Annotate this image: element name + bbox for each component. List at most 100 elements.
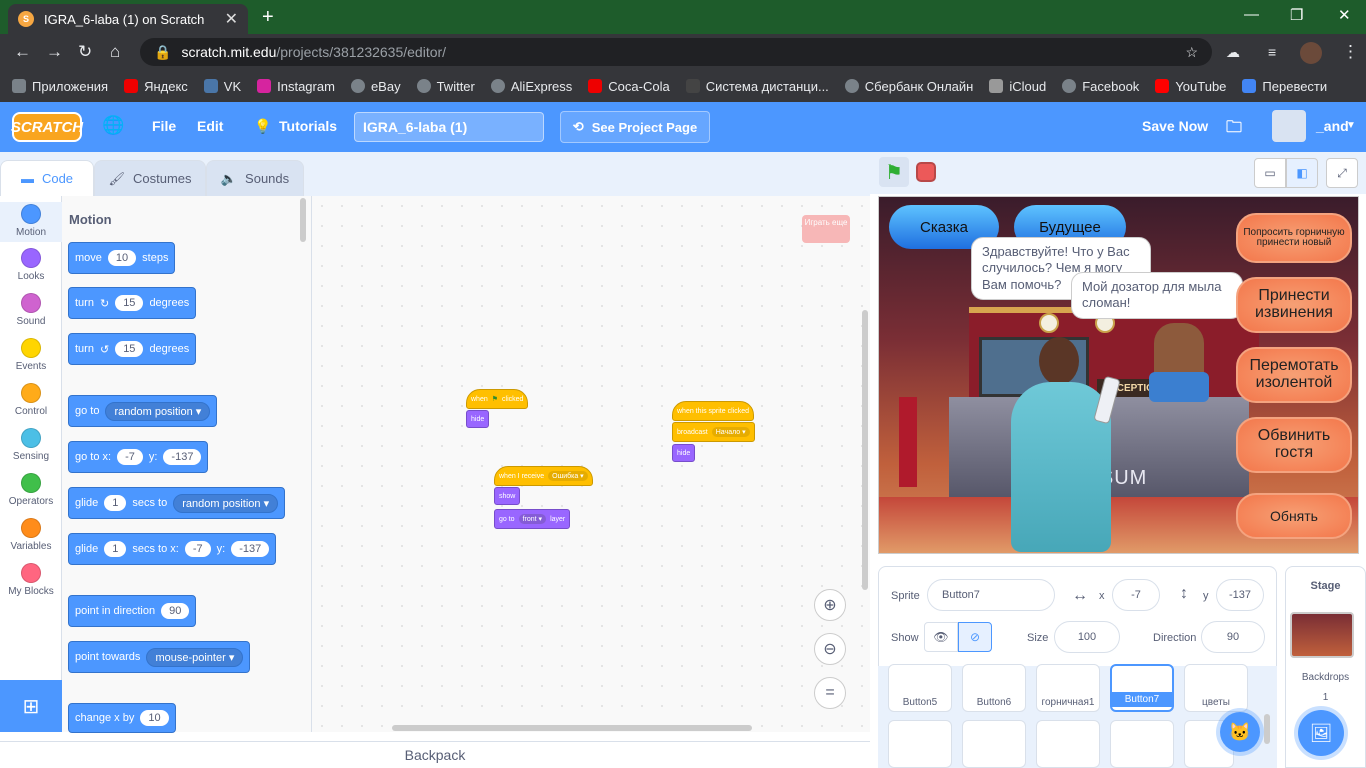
when-flag-clicked-hat[interactable]: when ⚑ clicked: [466, 389, 529, 409]
backdrop-thumbnail[interactable]: [1290, 612, 1354, 658]
show-visible-eye-icon[interactable]: 👁: [924, 622, 958, 652]
bookmark-item[interactable]: AliExpress: [490, 79, 572, 94]
bookmark-item[interactable]: YouTube: [1155, 79, 1226, 94]
category-sensing[interactable]: Sensing: [0, 428, 62, 462]
hide-block[interactable]: hide: [672, 444, 696, 462]
sprite-tile[interactable]: [1110, 720, 1174, 768]
tape-button[interactable]: Перемотать изолентой: [1236, 347, 1352, 403]
sprite-tile[interactable]: [888, 720, 952, 768]
language-globe-icon[interactable]: 🌐: [102, 115, 124, 136]
zoom-in-icon[interactable]: ⊕: [814, 589, 846, 621]
script-workspace[interactable]: [312, 196, 870, 732]
bookmark-item[interactable]: Coca-Cola: [588, 79, 670, 94]
small-stage-icon[interactable]: ▭: [1254, 158, 1286, 188]
zoom-reset-icon[interactable]: =: [814, 677, 846, 709]
edit-menu[interactable]: Edit: [197, 118, 223, 134]
forward-icon[interactable]: →: [46, 42, 63, 62]
stage-canvas[interactable]: RECEPTION IPSUM Сказка Будущее Здравству…: [878, 196, 1359, 554]
project-title-input[interactable]: IGRA_6-laba (1): [354, 112, 544, 142]
apologize-button[interactable]: Принести извинения: [1236, 277, 1352, 333]
when-sprite-clicked-hat[interactable]: when this sprite clicked: [672, 401, 754, 421]
bookmark-item[interactable]: Instagram: [257, 79, 335, 94]
save-now-button[interactable]: Save Now: [1142, 118, 1208, 134]
broadcast-block[interactable]: broadcast Начало ▾: [672, 422, 755, 442]
ask-maid-button[interactable]: Попросить горничную принести новый: [1236, 213, 1352, 263]
my-stuff-folder-icon[interactable]: 🗀: [1226, 116, 1242, 143]
bookmark-item[interactable]: Яндекс: [124, 79, 188, 94]
palette-scrollbar[interactable]: [300, 198, 306, 242]
y-input[interactable]: -137: [1216, 579, 1264, 611]
category-looks[interactable]: Looks: [0, 248, 62, 282]
sprite-tile[interactable]: [1036, 720, 1100, 768]
turn-left-block[interactable]: turn ↺ 15 degrees: [68, 333, 197, 365]
category-operators[interactable]: Operators: [0, 473, 62, 507]
move-steps-block[interactable]: move 10 steps: [68, 242, 176, 274]
category-events[interactable]: Events: [0, 338, 62, 372]
bookmark-item[interactable]: Сбербанк Онлайн: [844, 79, 973, 94]
new-tab-icon[interactable]: +: [262, 6, 274, 29]
go-to-xy-block[interactable]: go to x: -7 y: -137: [68, 441, 209, 473]
username[interactable]: _and: [1316, 118, 1349, 134]
tutorials-menu[interactable]: Tutorials: [279, 118, 337, 134]
tab-code[interactable]: ▬ Code: [0, 160, 94, 196]
hug-button[interactable]: Обнять: [1236, 493, 1352, 539]
browser-tab[interactable]: S IGRA_6-laba (1) on Scratch ✕: [8, 4, 248, 34]
glide-to-xy-block[interactable]: glide 1 secs to x: -7 y: -137: [68, 533, 277, 565]
bookmark-item[interactable]: eBay: [350, 79, 401, 94]
green-flag-icon[interactable]: ⚑: [879, 157, 909, 187]
hide-block[interactable]: hide: [466, 410, 490, 428]
direction-input[interactable]: 90: [1201, 621, 1265, 653]
tab-sounds[interactable]: 🔈 Sounds: [206, 160, 304, 196]
guest-character-head[interactable]: [1039, 337, 1079, 385]
bookmark-item[interactable]: Twitter: [416, 79, 475, 94]
fullscreen-icon[interactable]: ⤢: [1326, 158, 1358, 188]
add-extension-button[interactable]: ⊞: [0, 680, 62, 732]
backpack[interactable]: Backpack: [0, 741, 870, 768]
maximize-icon[interactable]: ❐: [1290, 6, 1303, 24]
sprite-tile[interactable]: Button5: [888, 664, 952, 712]
stop-icon[interactable]: [916, 162, 936, 182]
bookmark-item[interactable]: iCloud: [989, 79, 1046, 94]
sprite-tile[interactable]: [962, 720, 1026, 768]
sprite-tile[interactable]: Button6: [962, 664, 1026, 712]
sprite-tile-selected[interactable]: Button7: [1110, 664, 1174, 712]
category-my-blocks[interactable]: My Blocks: [0, 563, 62, 597]
see-project-page-button[interactable]: ⟲ See Project Page: [560, 111, 710, 143]
go-to-block[interactable]: go to random position ▾: [68, 395, 218, 427]
show-block[interactable]: show: [494, 487, 521, 505]
blame-guest-button[interactable]: Обвинить гостя: [1236, 417, 1352, 473]
bookmark-item[interactable]: Приложения: [12, 79, 108, 94]
url-field[interactable]: 🔒 scratch.mit.edu/projects/381232635/edi…: [140, 38, 1212, 66]
user-avatar[interactable]: [1272, 110, 1306, 142]
category-variables[interactable]: Variables: [0, 518, 62, 552]
go-to-layer-block[interactable]: go to front ▾ layer: [494, 509, 571, 529]
chevron-down-icon[interactable]: ▼: [1346, 120, 1356, 131]
sprite-tile[interactable]: горничная1: [1036, 664, 1100, 712]
when-i-receive-hat[interactable]: when I receive Ошибка ▾: [494, 466, 593, 486]
turn-right-block[interactable]: turn ↻ 15 degrees: [68, 287, 197, 319]
category-control[interactable]: Control: [0, 383, 62, 417]
tab-costumes[interactable]: 🖌 Costumes: [94, 160, 206, 196]
workspace-horizontal-scrollbar[interactable]: [392, 725, 752, 731]
minimize-icon[interactable]: —: [1244, 6, 1259, 23]
bookmark-star-icon[interactable]: ☆: [1185, 44, 1198, 61]
workspace-vertical-scrollbar[interactable]: [862, 310, 868, 590]
choose-backdrop-icon[interactable]: 🖼: [1298, 710, 1344, 756]
bookmark-item[interactable]: Перевести: [1242, 79, 1327, 94]
sprite-name-input[interactable]: Button7: [927, 579, 1055, 611]
glide-to-block[interactable]: glide 1 secs to random position ▾: [68, 487, 286, 519]
file-menu[interactable]: File: [152, 118, 176, 134]
zoom-out-icon[interactable]: ⊖: [814, 633, 846, 665]
bookmark-item[interactable]: Система дистанци...: [685, 79, 829, 94]
change-x-block[interactable]: change x by 10: [68, 703, 176, 733]
scratch-logo[interactable]: SCRATCH: [11, 112, 83, 142]
reload-icon[interactable]: ↻: [78, 42, 92, 62]
back-icon[interactable]: ←: [14, 42, 31, 62]
point-towards-block[interactable]: point towards mouse-pointer ▾: [68, 641, 251, 673]
home-icon[interactable]: ⌂: [110, 42, 120, 62]
category-sound[interactable]: Sound: [0, 293, 62, 327]
x-input[interactable]: -7: [1112, 579, 1160, 611]
chrome-menu-icon[interactable]: ⋮: [1342, 42, 1359, 62]
choose-sprite-cat-icon[interactable]: 🐱: [1220, 712, 1260, 752]
sprite-tile[interactable]: цветы: [1184, 664, 1248, 712]
